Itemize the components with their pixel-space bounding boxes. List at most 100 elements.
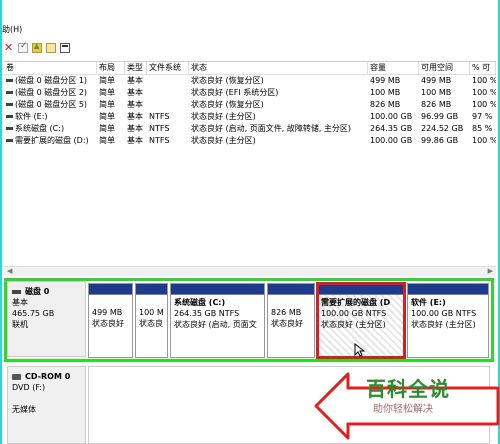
document-icon[interactable]	[46, 43, 56, 53]
partition-size: 100 M	[139, 308, 164, 317]
cell-status: 状态良好 (恢复分区)	[191, 100, 264, 109]
cell-capacity: 826 MB	[370, 100, 401, 109]
cdrom-type: DVD (F:)	[12, 383, 46, 392]
cell-capacity: 264.35 GB	[370, 124, 413, 133]
cell-type: 基本	[127, 76, 143, 85]
table-row[interactable]: 软件 (E:) 简单 基本 NTFS 状态良好 (主分区) 100.00 GB 96.99 …	[4, 111, 496, 123]
col-header-filesystem[interactable]: 文件系统	[147, 62, 189, 74]
partition-status: 状态良好	[271, 319, 303, 328]
col-header-type[interactable]: 类型	[125, 62, 147, 74]
col-header-layout[interactable]: 布局	[97, 62, 125, 74]
volume-icon	[6, 127, 13, 130]
watermark-title: 百科全说	[366, 377, 450, 401]
disk0-label[interactable]: 磁盘 0 基本 465.75 GB 联机	[7, 281, 86, 357]
col-header-status[interactable]: 状态	[189, 62, 368, 74]
table-row[interactable]: (磁盘 0 磁盘分区 5) 简单 基本 状态良好 (恢复分区) 826 MB 826 MB…	[4, 99, 496, 111]
delete-icon[interactable]: ✕	[4, 42, 14, 53]
watermark-subtitle: 助你轻松解决	[373, 404, 433, 415]
cell-free-space: 100 MB	[421, 88, 452, 97]
cell-status: 状态良好 (恢复分区)	[191, 76, 264, 85]
cell-percent-free: 100 %	[472, 76, 496, 85]
cell-free-space: 96.99 GB	[421, 112, 459, 121]
partition-size: 100.00 GB NTFS	[321, 309, 387, 318]
partition-status: 状态良好 (主分区)	[411, 320, 476, 329]
partition-bar	[268, 284, 314, 295]
menu-help[interactable]: 助(H)	[2, 24, 22, 35]
disk0-size: 465.75 GB	[12, 309, 55, 318]
disk0-status: 联机	[12, 320, 28, 329]
properties-icon[interactable]	[18, 41, 28, 53]
col-header-volume[interactable]: 卷	[4, 62, 97, 74]
cell-volume: (磁盘 0 磁盘分区 1)	[4, 75, 97, 87]
cell-volume-text: (磁盘 0 磁盘分区 1)	[15, 76, 88, 85]
scroll-left-icon[interactable]: ◀	[7, 267, 12, 275]
up-folder-icon[interactable]	[32, 42, 42, 53]
partition-status: 状态良	[139, 319, 163, 328]
volume-icon	[6, 91, 13, 94]
col-header-percent-free[interactable]: % 可	[470, 62, 496, 74]
partition-bar	[136, 284, 167, 295]
cdrom-status: 无媒体	[12, 405, 36, 414]
table-row[interactable]: 系统磁盘 (C:) 简单 基本 NTFS 状态良好 (启动, 页面文件, 故障转储, 主…	[4, 123, 496, 135]
cell-status: 状态良好 (启动, 页面文件, 故障转储, 主分区)	[191, 124, 352, 133]
cell-volume-text: 需要扩展的磁盘 (D:)	[15, 136, 89, 145]
table-row[interactable]: 需要扩展的磁盘 (D:) 简单 基本 NTFS 状态良好 (主分区) 100.00 GB 9…	[4, 135, 496, 147]
horizontal-scrollbar[interactable]: ◀ ▶	[4, 266, 496, 276]
volume-icon	[6, 139, 13, 142]
cdrom-icon	[12, 373, 21, 380]
partition-status: 状态良好	[92, 319, 124, 328]
col-header-capacity[interactable]: 容量	[368, 62, 419, 74]
cell-type: 基本	[127, 124, 143, 133]
partition-name: 需要扩展的磁盘 (D	[321, 298, 391, 307]
cell-volume: (磁盘 0 磁盘分区 5)	[4, 99, 97, 111]
partition-bar	[408, 284, 488, 295]
cell-status: 状态良好 (主分区)	[191, 136, 256, 145]
cell-free-space: 99.86 GB	[421, 136, 459, 145]
cell-volume: 需要扩展的磁盘 (D:)	[4, 135, 97, 147]
cell-percent-free: 85 %	[472, 124, 493, 133]
partition-bar	[318, 284, 404, 295]
cell-layout: 简单	[99, 100, 115, 109]
volume-icon	[6, 103, 13, 106]
disk0-type: 基本	[12, 298, 28, 307]
volume-list-header: 卷 布局 类型 文件系统 状态 容量 可用空间 % 可	[4, 62, 496, 75]
cell-percent-free: 100 %	[472, 136, 496, 145]
cell-volume-text: (磁盘 0 磁盘分区 2)	[15, 88, 88, 97]
partition-size: 826 MB	[271, 308, 302, 317]
partition-efi[interactable]: 100 M 状态良	[135, 283, 168, 358]
cell-filesystem: NTFS	[149, 136, 170, 145]
cell-layout: 简单	[99, 136, 115, 145]
cell-percent-free: 97 %	[472, 112, 493, 121]
partition-recovery-1[interactable]: 499 MB 状态良好	[88, 283, 133, 358]
partition-software-e[interactable]: 软件 (E:) 100.00 GB NTFS 状态良好 (主分区)	[407, 283, 489, 358]
cell-type: 基本	[127, 88, 143, 97]
cell-free-space: 499 MB	[421, 76, 452, 85]
cell-volume: 系统磁盘 (C:)	[4, 123, 97, 135]
partition-bar	[171, 284, 264, 295]
partition-status: 状态良好 (启动, 页面文	[174, 320, 257, 329]
cell-volume: 软件 (E:)	[4, 111, 97, 123]
cell-percent-free: 100 %	[472, 100, 496, 109]
table-row[interactable]: (磁盘 0 磁盘分区 2) 简单 基本 状态良好 (EFI 系统分区) 100 MB 10…	[4, 87, 496, 99]
volume-list: 卷 布局 类型 文件系统 状态 容量 可用空间 % 可 (磁盘 0 磁盘分区 1…	[4, 61, 496, 261]
cell-free-space: 826 MB	[421, 100, 452, 109]
toolbar: ✕	[2, 40, 498, 56]
cell-capacity: 100.00 GB	[370, 136, 413, 145]
col-header-free-space[interactable]: 可用空间	[419, 62, 470, 74]
mouse-cursor-icon	[354, 343, 366, 357]
disk0-name: 磁盘 0	[25, 287, 50, 296]
table-row[interactable]: (磁盘 0 磁盘分区 1) 简单 基本 状态良好 (恢复分区) 499 MB 499 MB…	[4, 75, 496, 87]
volume-icon	[6, 115, 13, 118]
scroll-right-icon[interactable]: ▶	[488, 267, 493, 275]
cell-type: 基本	[127, 112, 143, 121]
partition-system-c[interactable]: 系统磁盘 (C:) 264.35 GB NTFS 状态良好 (启动, 页面文	[170, 283, 265, 358]
window-icon[interactable]	[60, 43, 70, 53]
cell-filesystem	[147, 87, 189, 99]
cell-filesystem: NTFS	[149, 112, 170, 121]
cell-type: 基本	[127, 136, 143, 145]
partition-status: 状态良好 (主分区)	[321, 320, 386, 329]
partition-recovery-5[interactable]: 826 MB 状态良好	[267, 283, 315, 358]
cdrom-label[interactable]: CD-ROM 0 DVD (F:) 无媒体	[7, 366, 86, 444]
cell-volume-text: 系统磁盘 (C:)	[15, 124, 65, 133]
partition-size: 499 MB	[92, 308, 123, 317]
